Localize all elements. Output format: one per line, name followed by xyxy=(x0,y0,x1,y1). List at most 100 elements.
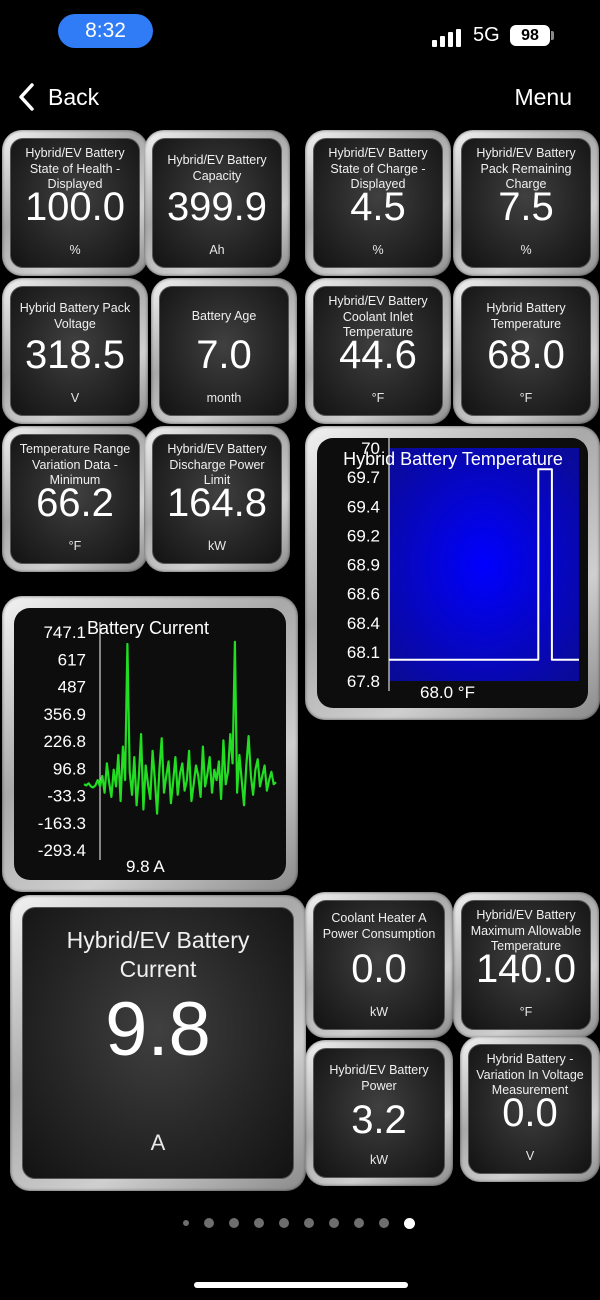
current-chart-svg: 747.1 617 487 356.9 226.8 96.8 -33.3 -163.3 -293… xyxy=(38,618,277,876)
gauge-battery-capacity[interactable]: Hybrid/EV Battery Capacity 399.9 Ah xyxy=(144,130,290,276)
chart-battery-current[interactable]: 747.1 617 487 356.9 226.8 96.8 -33.3 -163.3 -293… xyxy=(2,596,298,892)
gauge-state-of-charge[interactable]: Hybrid/EV Battery State of Charge - Disp… xyxy=(305,130,451,276)
gauge-unit: V xyxy=(70,391,80,405)
gauge-unit: °F xyxy=(371,391,385,405)
back-button[interactable]: Back xyxy=(14,80,99,114)
chart-y-tick-label: 617 xyxy=(58,650,86,669)
cellular-signal-icon xyxy=(432,29,462,47)
page-dot[interactable] xyxy=(279,1218,289,1228)
gauge-value: 68.0 xyxy=(487,333,565,377)
gauge-voltage-variation[interactable]: Hybrid Battery - Variation In Voltage Me… xyxy=(460,1036,600,1182)
page-dot[interactable] xyxy=(229,1218,239,1228)
chart-readout: 68.0 °F xyxy=(420,683,475,702)
gauge-unit: % xyxy=(69,243,81,257)
chart-battery-temperature[interactable]: 70 69.7 69.4 69.2 68.9 68.6 68.4 68.1 67.8 Hybrid… xyxy=(305,426,600,720)
chart-y-tick-label: 747.1 xyxy=(43,623,86,642)
gauge-unit: kW xyxy=(369,1153,389,1167)
gauge-temperature-variation-min[interactable]: Temperature Range Variation Data - Minim… xyxy=(2,426,148,572)
gauge-value: 44.6 xyxy=(339,333,417,377)
chart-series-line xyxy=(83,640,277,815)
chart-y-tick-label: 68.6 xyxy=(347,585,380,604)
page-dot[interactable] xyxy=(354,1218,364,1228)
gauge-discharge-power-limit[interactable]: Hybrid/EV Battery Discharge Power Limit … xyxy=(144,426,290,572)
gauge-unit: °F xyxy=(519,1005,533,1019)
chart-y-tick-label: -163.3 xyxy=(38,814,86,833)
menu-button[interactable]: Menu xyxy=(514,84,572,111)
battery-icon xyxy=(551,31,554,40)
gauge-battery-temperature[interactable]: Hybrid Battery Temperature 68.0 °F xyxy=(453,278,599,424)
gauge-title: Hybrid/EV Battery Current xyxy=(66,927,250,982)
gauge-title: Hybrid Battery Pack Voltage xyxy=(19,301,131,331)
gauge-unit: V xyxy=(525,1149,535,1163)
gauge-max-allowable-temperature[interactable]: Hybrid/EV Battery Maximum Allowable Temp… xyxy=(453,892,599,1038)
gauge-battery-age[interactable]: Battery Age 7.0 month xyxy=(151,278,297,424)
gauge-value: 318.5 xyxy=(24,333,126,377)
gauge-value: 140.0 xyxy=(475,947,577,991)
gauge-value: 4.5 xyxy=(350,185,406,229)
gauge-value: 66.2 xyxy=(36,481,114,525)
gauge-value: 7.0 xyxy=(196,333,252,377)
chart-plot-area xyxy=(389,448,579,681)
gauge-value: 164.8 xyxy=(166,481,268,525)
gauge-value: 399.9 xyxy=(166,185,268,229)
page-dot[interactable] xyxy=(329,1218,339,1228)
gauge-pack-remaining-charge[interactable]: Hybrid/EV Battery Pack Remaining Charge … xyxy=(453,130,599,276)
chart-y-tick-label: 69.2 xyxy=(347,526,380,545)
gauge-unit: kW xyxy=(369,1005,389,1019)
chevron-left-icon xyxy=(19,83,34,111)
chart-y-tick-label: 68.9 xyxy=(347,556,380,575)
gauge-unit: A xyxy=(150,1130,166,1155)
gauge-coolant-inlet-temperature[interactable]: Hybrid/EV Battery Coolant Inlet Temperat… xyxy=(305,278,451,424)
chart-y-tick-label: 226.8 xyxy=(43,732,86,751)
chart-readout: 9.8 A xyxy=(126,857,165,876)
chart-title: Hybrid Battery Temperature xyxy=(343,449,563,469)
gauge-unit: month xyxy=(206,391,242,405)
gauge-state-of-health[interactable]: Hybrid/EV Battery State of Health - Disp… xyxy=(2,130,148,276)
gauge-value: 100.0 xyxy=(24,185,126,229)
chart-y-tick-label: -33.3 xyxy=(47,787,86,806)
chart-y-tick-label: -293.4 xyxy=(38,841,86,860)
gauge-unit: % xyxy=(372,243,384,257)
gauge-title: Hybrid/EV Battery Capacity xyxy=(167,153,267,183)
network-type: 5G xyxy=(473,24,500,46)
gauge-unit: Ah xyxy=(209,243,225,257)
battery-level: 98 xyxy=(510,25,550,46)
chart-y-tick-label: 487 xyxy=(58,678,86,697)
chart-y-tick-label: 69.7 xyxy=(347,468,380,487)
page-dot[interactable] xyxy=(204,1218,214,1228)
page-dot[interactable] xyxy=(404,1217,415,1229)
home-indicator[interactable] xyxy=(194,1282,408,1288)
gauge-value: 7.5 xyxy=(498,185,554,229)
chart-y-tick-label: 69.4 xyxy=(347,497,380,516)
gauge-battery-current-large[interactable]: Hybrid/EV Battery Current 9.8 A xyxy=(10,895,306,1191)
gauge-value: 3.2 xyxy=(351,1098,407,1142)
page-dot[interactable] xyxy=(183,1220,189,1226)
page-dot[interactable] xyxy=(304,1218,314,1228)
gauge-value: 0.0 xyxy=(502,1091,558,1135)
chart-y-tick-label: 67.8 xyxy=(347,672,380,691)
gauge-battery-power[interactable]: Hybrid/EV Battery Power 3.2 kW xyxy=(305,1040,453,1186)
gauge-coolant-heater-power[interactable]: Coolant Heater A Power Consumption 0.0 k… xyxy=(305,892,453,1038)
page-dot[interactable] xyxy=(379,1218,389,1228)
gauge-unit: kW xyxy=(207,539,227,553)
gauge-title: Coolant Heater A Power Consumption xyxy=(322,911,436,941)
gauge-unit: % xyxy=(520,243,532,257)
gauge-value: 0.0 xyxy=(351,947,407,991)
chart-y-tick-label: 356.9 xyxy=(43,705,86,724)
chart-y-tick-label: 68.1 xyxy=(347,643,380,662)
status-time: 8:32 xyxy=(58,14,153,48)
page-indicator[interactable] xyxy=(183,1217,430,1229)
gauge-pack-voltage[interactable]: Hybrid Battery Pack Voltage 318.5 V xyxy=(2,278,148,424)
gauge-title: Hybrid Battery Temperature xyxy=(486,301,566,331)
gauge-title: Hybrid/EV Battery Power xyxy=(329,1063,429,1093)
gauge-value: 9.8 xyxy=(105,987,211,1072)
gauge-title: Battery Age xyxy=(191,309,257,323)
chart-y-tick-label: 96.8 xyxy=(53,759,86,778)
page-dot[interactable] xyxy=(254,1218,264,1228)
chart-y-tick-label: 68.4 xyxy=(347,614,380,633)
chart-title: Battery Current xyxy=(87,618,209,638)
gauge-unit: °F xyxy=(68,539,82,553)
temperature-chart-svg: 7069.769.469.268.968.668.468.167.8Hybrid… xyxy=(343,438,579,702)
back-label: Back xyxy=(48,83,100,110)
gauge-unit: °F xyxy=(519,391,533,405)
